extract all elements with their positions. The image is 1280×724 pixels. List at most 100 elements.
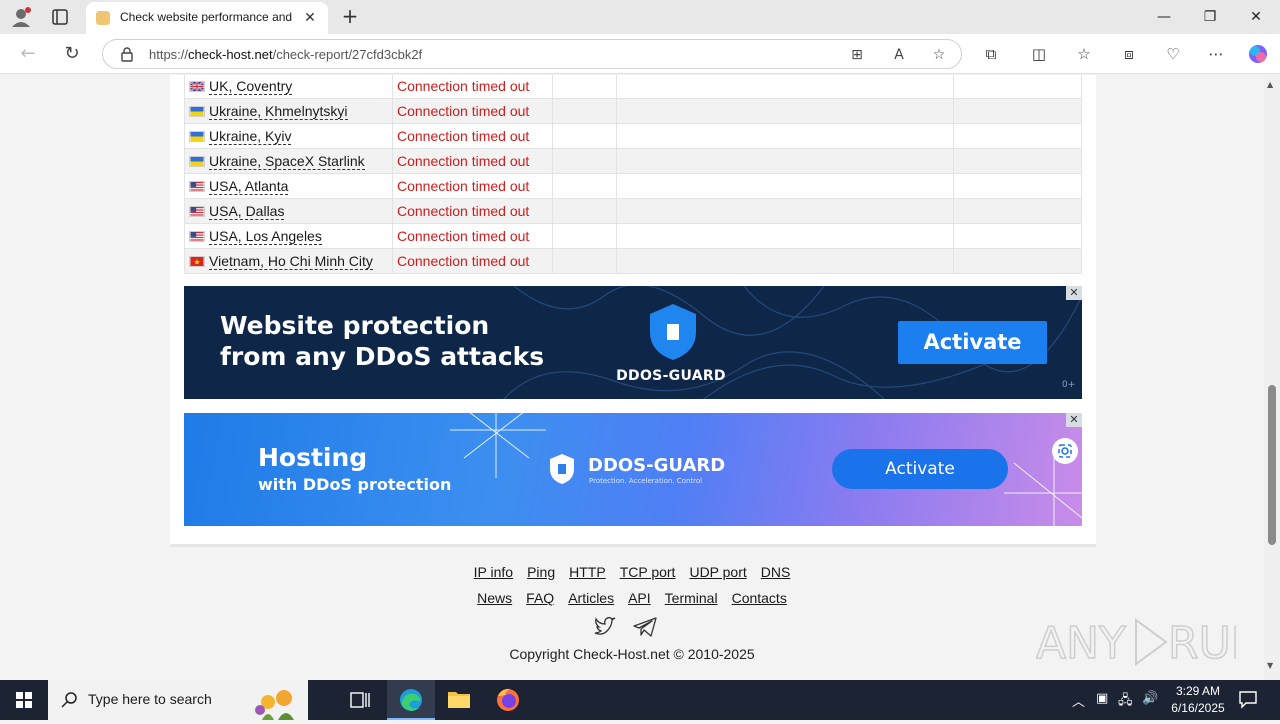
- svg-text:ANY: ANY: [1036, 618, 1126, 669]
- footer-link[interactable]: Ping: [527, 564, 555, 580]
- taskbar-search-box[interactable]: Type here to search: [48, 680, 308, 720]
- footer-link[interactable]: UDP port: [689, 564, 746, 580]
- empty-cell: [953, 173, 1082, 199]
- location-cell: Ukraine, Kyiv: [184, 123, 393, 149]
- tab-title: Check website performance and r: [120, 10, 292, 24]
- file-explorer-icon[interactable]: [435, 680, 483, 720]
- task-view-icon[interactable]: [336, 680, 384, 720]
- empty-cell: [616, 223, 954, 249]
- shield-icon: [646, 302, 700, 362]
- tab-actions-icon[interactable]: [46, 6, 74, 28]
- tray-overflow-chevron-icon[interactable]: ︿: [1072, 691, 1085, 710]
- empty-cell: [953, 198, 1082, 224]
- new-tab-button[interactable]: +: [338, 5, 362, 29]
- restore-button[interactable]: ❐: [1187, 0, 1233, 34]
- read-aloud-icon[interactable]: A: [889, 45, 909, 65]
- empty-cell: [552, 198, 617, 224]
- footer-link[interactable]: News: [477, 590, 512, 606]
- address-bar[interactable]: https://check-host.net/check-report/27cf…: [102, 39, 962, 69]
- location-link[interactable]: USA, Los Angeles: [209, 228, 322, 245]
- extensions-icon[interactable]: ⧉: [979, 43, 1003, 67]
- collections-icon[interactable]: ⧈: [1117, 43, 1141, 67]
- copilot-icon[interactable]: [1246, 43, 1270, 67]
- table-row: USA, Dallas Connection timed out: [184, 198, 1082, 224]
- taskbar-clock[interactable]: 3:29 AM 6/16/2025: [1160, 683, 1236, 717]
- empty-cell: [616, 98, 954, 124]
- location-link[interactable]: Ukraine, SpaceX Starlink: [209, 153, 365, 170]
- footer-link[interactable]: IP info: [474, 564, 513, 580]
- empty-cell: [616, 148, 954, 174]
- hosting-ad-banner[interactable]: Hosting with DDoS protection DDOS-GUARD …: [184, 413, 1082, 526]
- refresh-button[interactable]: ↻: [58, 40, 86, 68]
- scrollbar-thumb[interactable]: [1268, 384, 1276, 545]
- telegram-icon[interactable]: [632, 615, 658, 639]
- footer-link[interactable]: DNS: [761, 564, 791, 580]
- minimize-button[interactable]: —: [1141, 0, 1187, 34]
- empty-cell: [616, 173, 954, 199]
- close-window-button[interactable]: ✕: [1233, 0, 1279, 34]
- shield-icon: [548, 453, 576, 485]
- volume-icon[interactable]: 🔊: [1142, 691, 1158, 706]
- footer-link[interactable]: API: [628, 590, 651, 606]
- scroll-up-arrow-icon[interactable]: ▲: [1267, 80, 1273, 89]
- anyrun-watermark-logo: ANY RUN: [1035, 610, 1264, 674]
- footer-link[interactable]: FAQ: [526, 590, 554, 606]
- back-button[interactable]: ←: [14, 40, 42, 68]
- footer-link[interactable]: Articles: [568, 590, 614, 606]
- ad1-activate-button[interactable]: Activate: [898, 321, 1047, 364]
- app-available-icon[interactable]: ⊞: [847, 45, 867, 65]
- location-link[interactable]: UK, Coventry: [209, 78, 293, 95]
- favorite-star-icon[interactable]: ☆: [929, 45, 949, 65]
- location-link[interactable]: USA, Dallas: [209, 203, 285, 220]
- footer-link[interactable]: Contacts: [732, 590, 787, 606]
- footer-link[interactable]: Terminal: [665, 590, 718, 606]
- table-row: Ukraine, Kyiv Connection timed out: [184, 123, 1082, 149]
- ddos-guard-ad-banner[interactable]: Website protection from any DDoS attacks…: [184, 286, 1082, 399]
- split-screen-icon[interactable]: ◫: [1027, 43, 1051, 67]
- footer-link[interactable]: TCP port: [620, 564, 676, 580]
- country-flag-icon: [189, 228, 209, 244]
- tab-close-icon[interactable]: ✕: [300, 8, 320, 28]
- url-text[interactable]: https://check-host.net/check-report/27cf…: [149, 47, 422, 62]
- footer-info-links: News FAQ Articles API Terminal Contacts: [0, 590, 1264, 606]
- ad2-headline: Hosting: [258, 443, 368, 472]
- scroll-down-arrow-icon[interactable]: ▼: [1267, 661, 1273, 670]
- tray-device-icon[interactable]: ▣: [1096, 691, 1108, 706]
- network-icon[interactable]: 🖧: [1118, 691, 1133, 713]
- ad1-close-icon[interactable]: ✕: [1066, 286, 1082, 300]
- empty-cell: [616, 198, 954, 224]
- browser-tab-active[interactable]: Check website performance and r ✕: [86, 2, 328, 34]
- notifications-icon[interactable]: [1238, 689, 1258, 713]
- location-link[interactable]: Ukraine, Kyiv: [209, 128, 292, 145]
- clock-time: 3:29 AM: [1175, 684, 1221, 698]
- ad2-activate-button[interactable]: Activate: [832, 449, 1008, 489]
- empty-cell: [953, 248, 1082, 274]
- ad2-close-icon[interactable]: ✕: [1066, 413, 1082, 427]
- profile-icon[interactable]: [8, 6, 34, 28]
- empty-cell: [616, 248, 954, 274]
- twitter-icon[interactable]: [592, 615, 618, 639]
- location-link[interactable]: Vietnam, Ho Chi Minh City: [209, 253, 373, 270]
- country-flag-icon: [189, 103, 209, 119]
- table-row: USA, Atlanta Connection timed out: [184, 173, 1082, 199]
- location-link[interactable]: Ukraine, Khmelnytskyi: [209, 103, 348, 120]
- location-link[interactable]: USA, Atlanta: [209, 178, 289, 195]
- empty-cell: [552, 223, 617, 249]
- site-favicon-icon: [96, 11, 110, 25]
- report-content: UK, Coventry Connection timed out Ukraine,…: [170, 75, 1096, 547]
- windows-start-button[interactable]: [0, 680, 48, 720]
- browser-essentials-icon[interactable]: ♡: [1161, 43, 1185, 67]
- lock-icon[interactable]: [119, 46, 135, 62]
- visual-search-icon[interactable]: [1052, 438, 1078, 464]
- page-scrollbar[interactable]: ▲ ▼: [1264, 75, 1280, 680]
- footer-link[interactable]: HTTP: [569, 564, 606, 580]
- firefox-icon[interactable]: [484, 680, 532, 720]
- empty-cell: [552, 98, 617, 124]
- empty-cell: [953, 148, 1082, 174]
- favorites-icon[interactable]: ☆: [1072, 43, 1096, 67]
- empty-cell: [953, 123, 1082, 149]
- country-flag-icon: [189, 178, 209, 194]
- settings-more-icon[interactable]: ⋯: [1204, 43, 1228, 67]
- country-flag-icon: [189, 128, 209, 144]
- edge-taskbar-icon[interactable]: [387, 680, 435, 720]
